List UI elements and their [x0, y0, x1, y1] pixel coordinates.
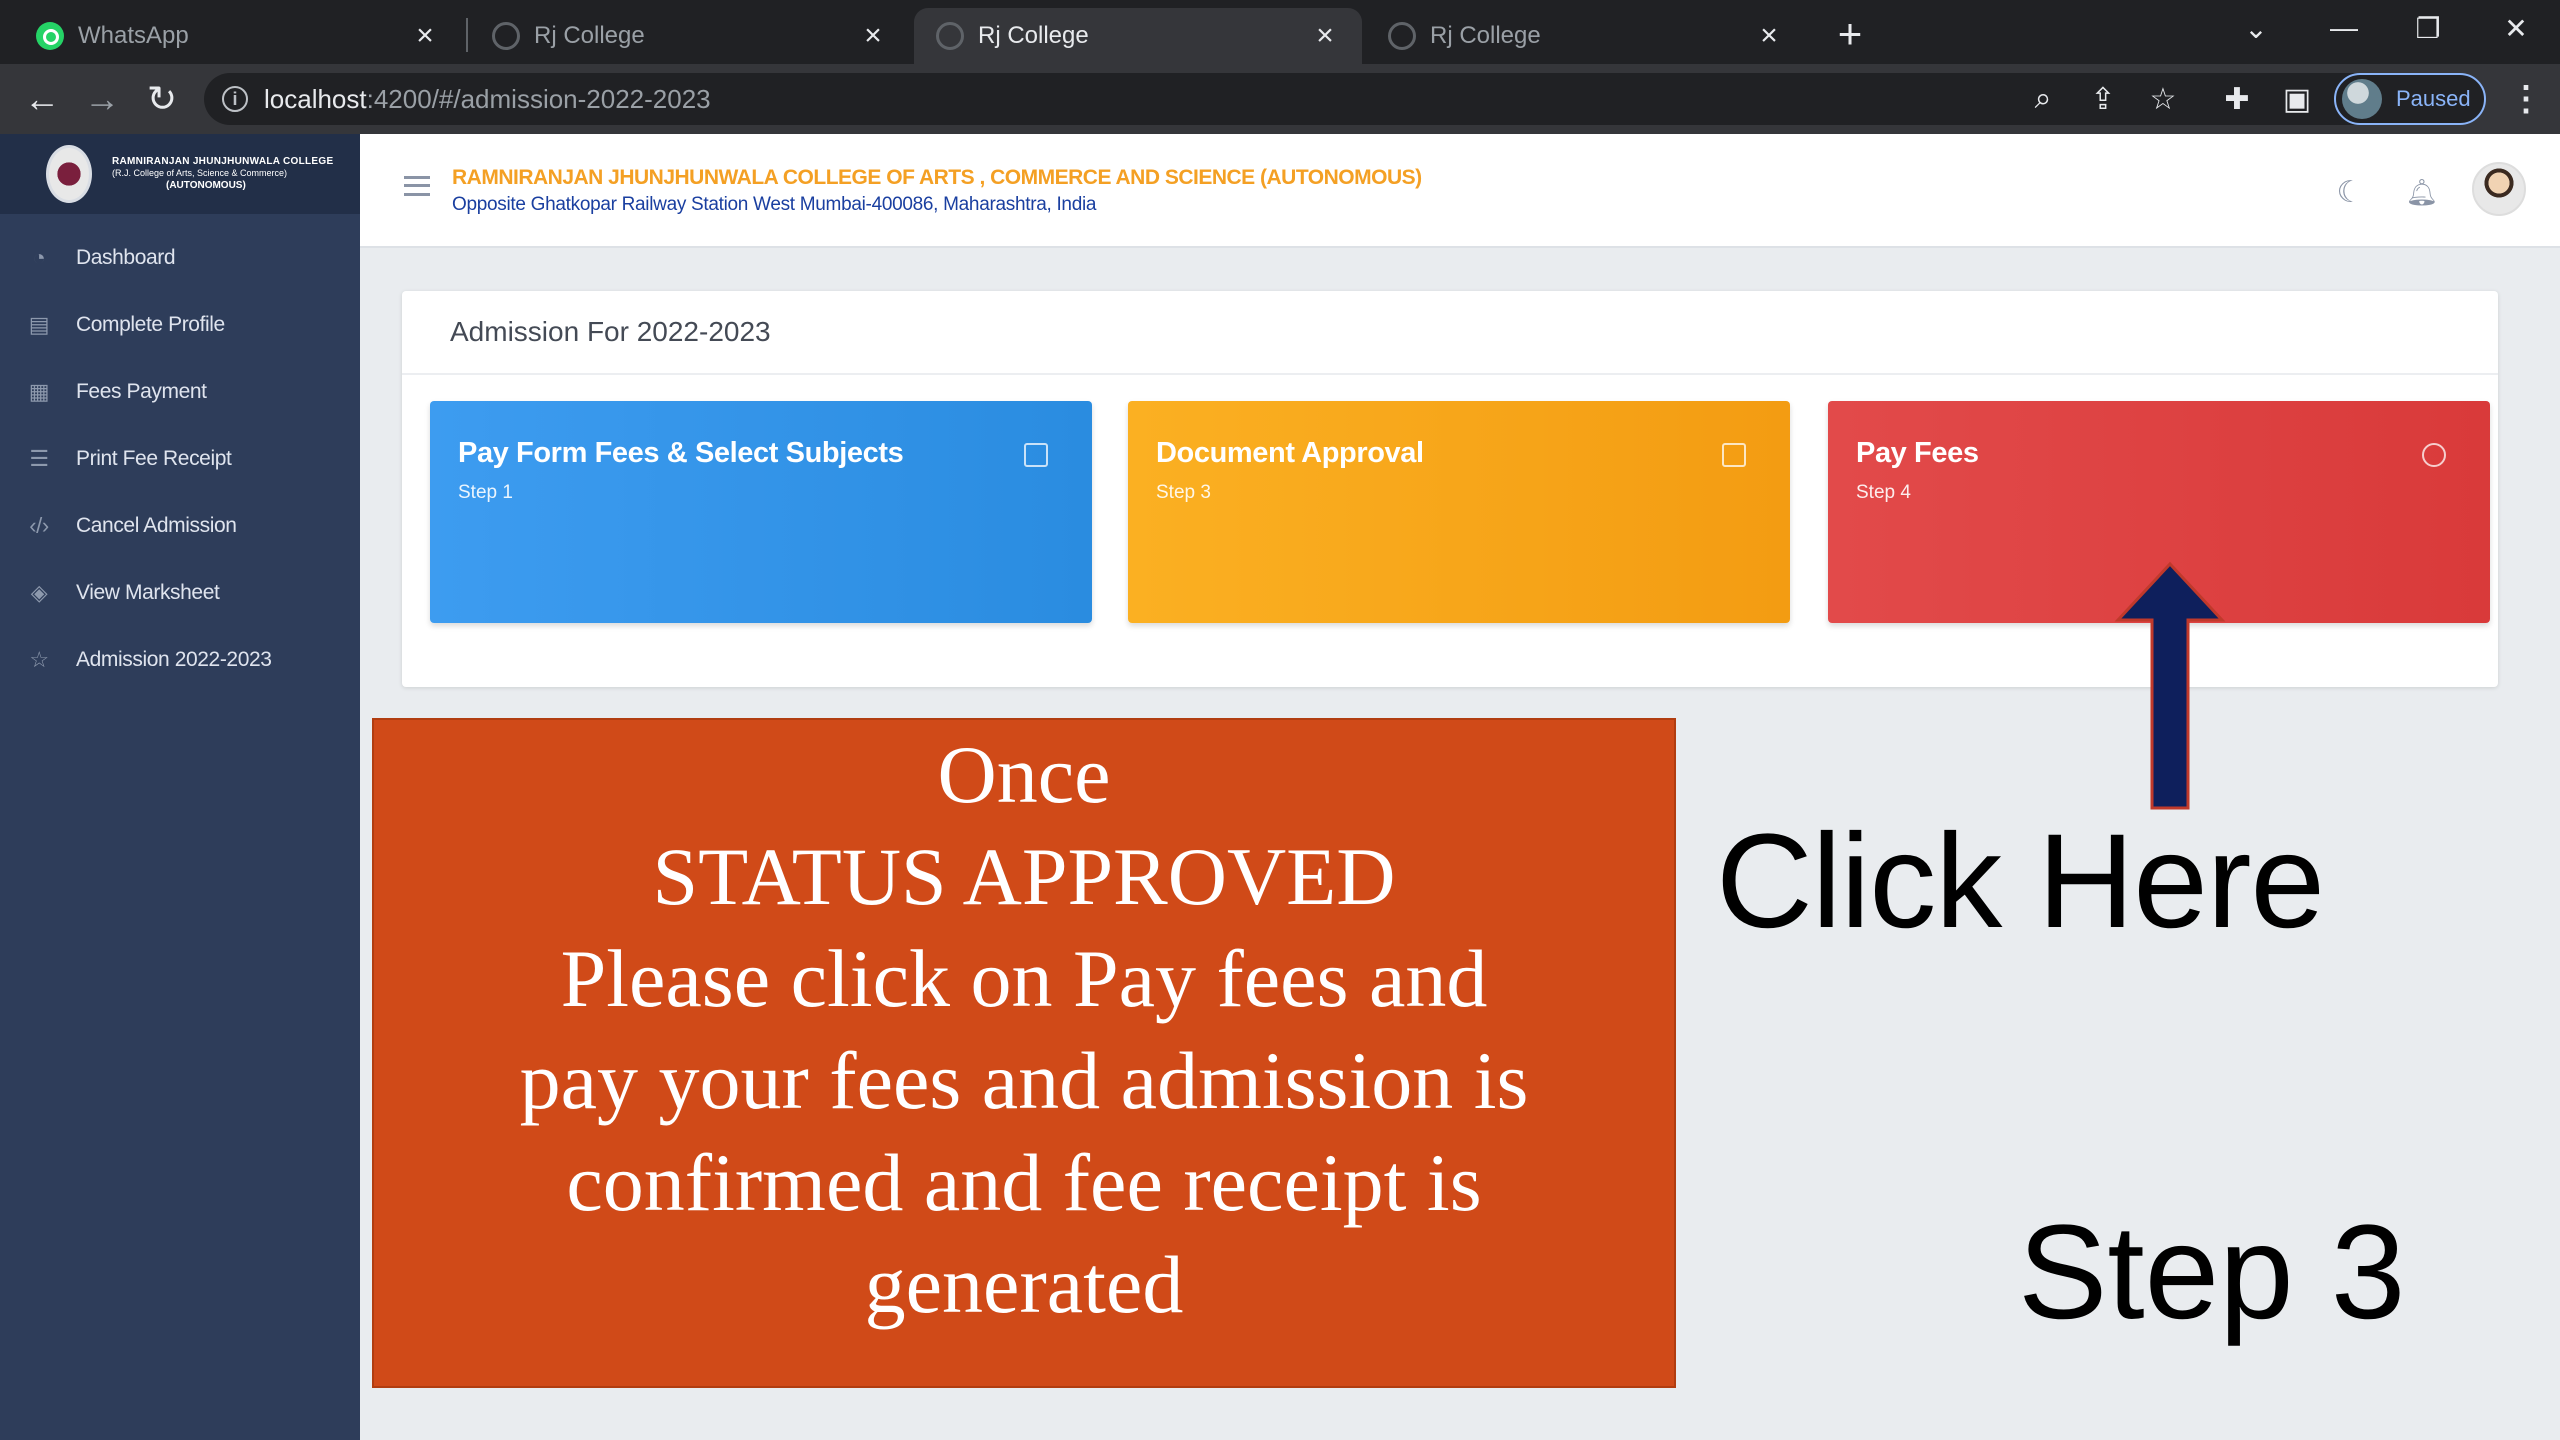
- instruction-callout: Once STATUS APPROVED Please click on Pay…: [372, 718, 1676, 1388]
- tab-divider: [466, 18, 468, 52]
- up-arrow-pointer: [2114, 561, 2226, 810]
- restore-button[interactable]: ❐: [2398, 6, 2458, 50]
- step-card-pay-form-fees[interactable]: Pay Form Fees & Select Subjects Step 1: [430, 401, 1092, 623]
- table-icon: [1722, 443, 1746, 467]
- new-tab-button[interactable]: +: [1828, 10, 1872, 57]
- reload-button[interactable]: ↻: [140, 77, 184, 121]
- sidebar-item-cancel-admission[interactable]: ‹/› Cancel Admission: [0, 492, 360, 559]
- tutorial-step-label: Step 3: [2018, 1198, 2406, 1347]
- site-info-icon[interactable]: i: [222, 86, 248, 112]
- browser-toolbar: ← → ↻ i localhost:4200/#/admission-2022-…: [0, 64, 2560, 134]
- sidebar-nav: ◔ Dashboard ▤ Complete Profile ▦ Fees Pa…: [0, 214, 360, 693]
- avatar: [2342, 79, 2382, 119]
- minimize-button[interactable]: —: [2314, 6, 2374, 50]
- tab-title: WhatsApp: [78, 22, 189, 49]
- college-name: RAMNIRANJAN JHUNJHUNWALA COLLEGE OF ARTS…: [452, 166, 1422, 189]
- callout-line: pay your fees and admission is: [519, 1035, 1529, 1126]
- share-icon[interactable]: ⇪: [2082, 78, 2124, 120]
- url-host: localhost: [264, 83, 367, 114]
- close-icon[interactable]: ×: [1310, 21, 1340, 51]
- card-step: Step 3: [1156, 482, 1211, 503]
- globe-icon: [1388, 22, 1416, 50]
- sidebar-item-admission-2022-2023[interactable]: ☆ Admission 2022-2023: [0, 626, 360, 693]
- tab-title: Rj College: [978, 22, 1089, 49]
- back-button[interactable]: ←: [20, 77, 64, 121]
- brand-line-1: RAMNIRANJAN JHUNJHUNWALA COLLEGE: [112, 156, 334, 168]
- url-path: :4200/#/admission-2022-2023: [366, 83, 711, 114]
- click-here-label: Click Here: [1716, 807, 2325, 956]
- profile-status-label: Paused: [2396, 86, 2471, 111]
- extensions-puzzle-icon[interactable]: ✚: [2216, 78, 2258, 120]
- tab-search-icon[interactable]: ⌄: [2226, 6, 2286, 50]
- layers-icon: ◈: [30, 579, 48, 605]
- college-seal-logo: [46, 145, 92, 203]
- brand-line-2: (R.J. College of Arts, Science & Commerc…: [112, 167, 288, 178]
- page-header: RAMNIRANJAN JHUNJHUNWALA COLLEGE OF ARTS…: [360, 134, 2560, 248]
- forward-button[interactable]: →: [80, 77, 124, 121]
- callout-line: generated: [864, 1239, 1184, 1330]
- brand-line-3: (AUTONOMOUS): [166, 180, 246, 192]
- tab-rj-college[interactable]: Rj College ×: [470, 8, 910, 64]
- profile-button[interactable]: Paused: [2334, 73, 2486, 125]
- sidebar-item-label: Print Fee Receipt: [76, 446, 232, 470]
- close-icon[interactable]: ×: [1754, 21, 1784, 51]
- tab-title: Rj College: [534, 22, 645, 49]
- sidebar-item-label: Fees Payment: [76, 379, 207, 403]
- window-close-button[interactable]: ✕: [2486, 6, 2546, 50]
- sidebar-item-complete-profile[interactable]: ▤ Complete Profile: [0, 291, 360, 358]
- browser-menu-icon[interactable]: ⋮: [2506, 78, 2546, 120]
- document-icon: ▤: [28, 311, 50, 337]
- card-title: Pay Fees: [1856, 437, 1979, 469]
- callout-line: Please click on Pay fees and: [560, 933, 1488, 1024]
- zoom-icon[interactable]: ⌕: [2022, 78, 2064, 120]
- menu-toggle-icon[interactable]: [404, 176, 430, 196]
- globe-icon: [492, 22, 520, 50]
- sidebar-item-label: Admission 2022-2023: [76, 647, 272, 671]
- side-panel-icon[interactable]: ▣: [2276, 78, 2318, 120]
- close-icon[interactable]: ×: [410, 21, 440, 51]
- close-icon[interactable]: ×: [858, 21, 888, 51]
- card-title: Pay Form Fees & Select Subjects: [458, 437, 904, 469]
- sidebar-item-label: Cancel Admission: [76, 513, 237, 537]
- notification-bell-icon[interactable]: 🔔︎: [2402, 172, 2442, 212]
- sidebar-item-fees-payment[interactable]: ▦ Fees Payment: [0, 358, 360, 425]
- sidebar-item-dashboard[interactable]: ◔ Dashboard: [0, 224, 360, 291]
- dark-mode-moon-icon[interactable]: ☾: [2330, 172, 2370, 212]
- sidebar-item-label: Dashboard: [76, 245, 176, 269]
- college-brand[interactable]: RAMNIRANJAN JHUNJHUNWALA COLLEGE (R.J. C…: [0, 134, 360, 214]
- step-card-document-approval[interactable]: Document Approval Step 3: [1128, 401, 1790, 623]
- list-icon: ☰: [29, 445, 49, 471]
- sidebar-item-label: View Marksheet: [76, 580, 220, 604]
- callout-line: Once: [937, 729, 1111, 820]
- browser-tab-strip: WhatsApp × Rj College × Rj College × Rj …: [0, 0, 2560, 64]
- tab-rj-college-active[interactable]: Rj College ×: [914, 8, 1362, 64]
- gauge-icon: ◔: [32, 244, 46, 270]
- card-title: Document Approval: [1156, 437, 1424, 469]
- user-avatar[interactable]: [2472, 162, 2526, 216]
- callout-line: confirmed and fee receipt is: [566, 1137, 1482, 1228]
- bookmark-star-icon[interactable]: ☆: [2142, 78, 2184, 120]
- table-icon: ▦: [28, 378, 50, 404]
- tab-rj-college[interactable]: Rj College ×: [1366, 8, 1806, 64]
- whatsapp-icon: [36, 22, 64, 50]
- callout-line: STATUS APPROVED: [652, 831, 1396, 922]
- brand-text: RAMNIRANJAN JHUNJHUNWALA COLLEGE (R.J. C…: [112, 156, 333, 191]
- code-icon: ‹/›: [29, 512, 49, 538]
- sidebar-item-label: Complete Profile: [76, 312, 225, 336]
- document-icon: [1024, 443, 1048, 467]
- card-step: Step 4: [1856, 482, 1911, 503]
- star-icon: ☆: [29, 646, 49, 672]
- globe-icon: [936, 22, 964, 50]
- sidebar-item-print-fee-receipt[interactable]: ☰ Print Fee Receipt: [0, 425, 360, 492]
- tab-whatsapp[interactable]: WhatsApp ×: [14, 8, 462, 64]
- card-step: Step 1: [458, 482, 513, 503]
- tab-title: Rj College: [1430, 22, 1541, 49]
- panel-title: Admission For 2022-2023: [402, 291, 2498, 375]
- college-address: Opposite Ghatkopar Railway Station West …: [452, 194, 1097, 215]
- sidebar-item-view-marksheet[interactable]: ◈ View Marksheet: [0, 559, 360, 626]
- gauge-icon: [2422, 443, 2446, 467]
- sidebar: RAMNIRANJAN JHUNJHUNWALA COLLEGE (R.J. C…: [0, 134, 360, 1440]
